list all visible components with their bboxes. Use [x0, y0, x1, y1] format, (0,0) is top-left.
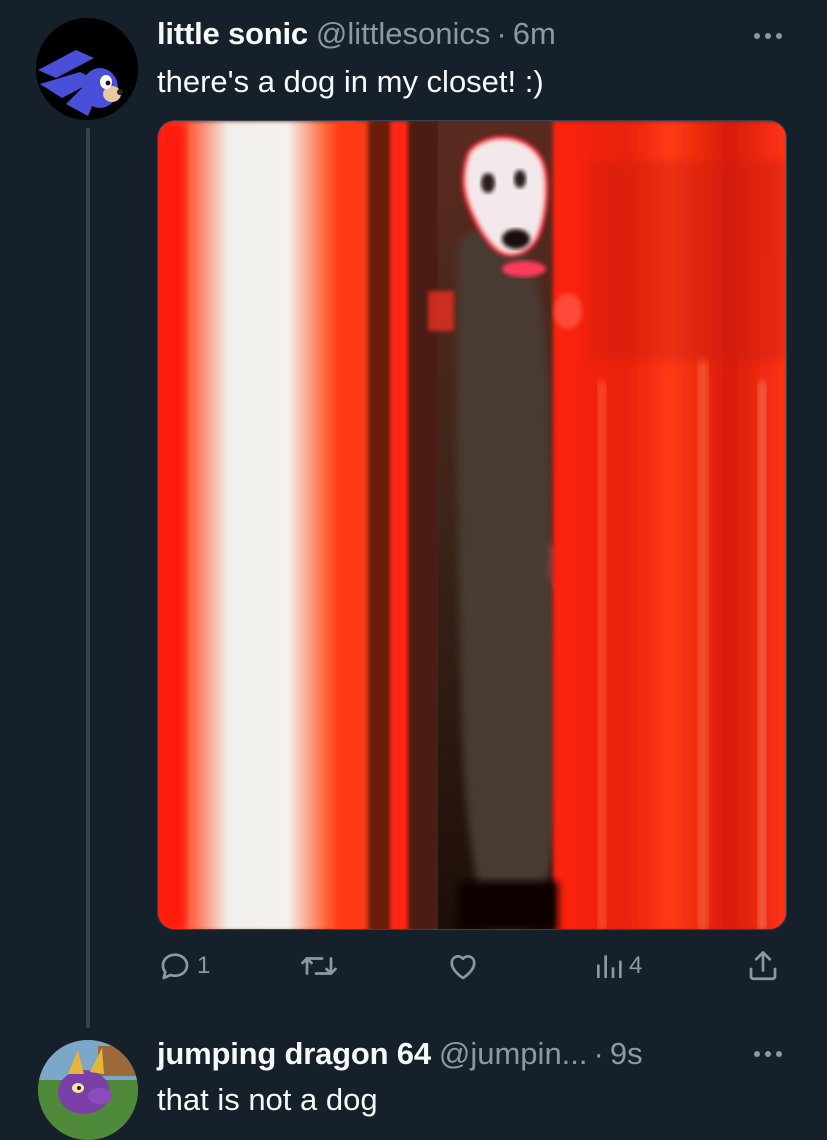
separator-dot: · — [593, 1036, 604, 1071]
share-upload-icon — [749, 951, 777, 981]
like-button[interactable] — [445, 948, 485, 984]
more-dots-icon — [754, 1051, 782, 1057]
tweet-header: jumping dragon 64 @jumpin... · 9s — [157, 1036, 643, 1072]
reply-bubble-icon — [161, 953, 189, 980]
tweet-text: there's a dog in my closet! :) — [157, 64, 544, 99]
avatar[interactable] — [38, 1040, 138, 1140]
timestamp[interactable]: 9s — [610, 1036, 643, 1072]
heart-icon — [450, 955, 476, 980]
views-count: 4 — [629, 952, 643, 979]
retweet-button[interactable] — [299, 948, 343, 984]
display-name[interactable]: jumping dragon 64 — [157, 1036, 431, 1072]
views-bars-icon — [597, 955, 622, 978]
spyro-avatar-image — [38, 1040, 138, 1140]
separator-dot: · — [496, 16, 507, 51]
reply-button[interactable]: 1 — [157, 948, 210, 984]
tweet-text: that is not a dog — [157, 1082, 378, 1117]
more-dots-icon — [754, 33, 782, 39]
retweet-icon — [301, 957, 337, 975]
more-options-button[interactable] — [748, 1044, 788, 1064]
tweet-header: little sonic @littlesonics · 6m — [157, 16, 556, 52]
tweet-media-image[interactable] — [157, 120, 787, 930]
thread-line — [86, 128, 90, 1028]
user-handle[interactable]: @jumpin... — [439, 1036, 588, 1072]
sonic-avatar-image — [36, 18, 138, 120]
reply-count: 1 — [197, 952, 211, 979]
more-options-button[interactable] — [748, 26, 788, 46]
avatar[interactable] — [36, 18, 138, 120]
views-button[interactable]: 4 — [593, 948, 642, 984]
user-handle[interactable]: @littlesonics — [316, 16, 490, 52]
closet-photo — [158, 121, 786, 929]
share-button[interactable] — [745, 948, 781, 984]
display-name[interactable]: little sonic — [157, 16, 308, 52]
timestamp[interactable]: 6m — [513, 16, 556, 52]
